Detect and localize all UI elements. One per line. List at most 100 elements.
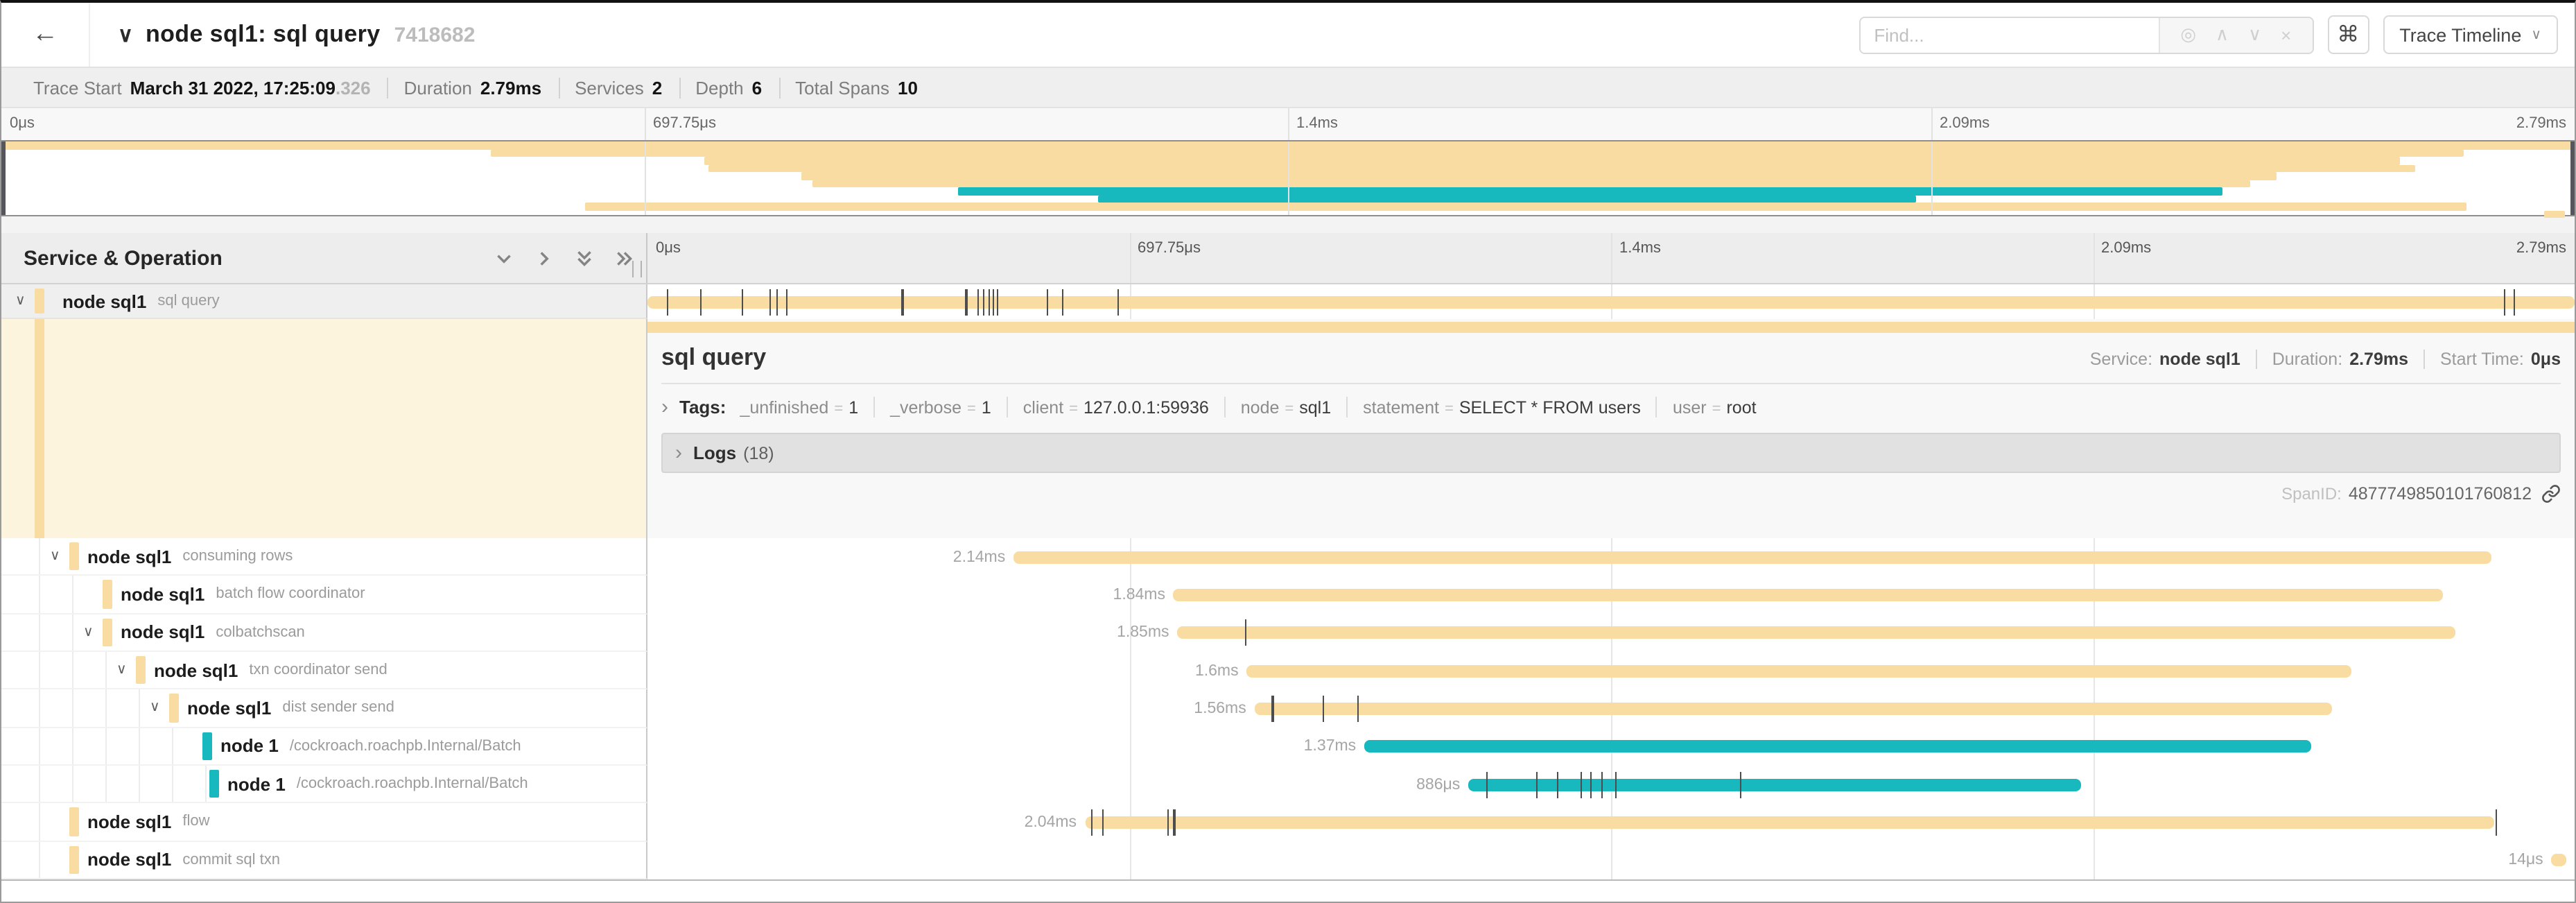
- stat-value: 2: [652, 77, 662, 98]
- divider-gap: [1, 216, 2575, 233]
- chevron-down-icon[interactable]: ∨: [116, 662, 127, 678]
- span-row[interactable]: ∨node sql1txn coordinator send1.6ms: [1, 652, 2575, 690]
- span-tree-cell[interactable]: ∨node sql1consuming rows: [1, 538, 647, 576]
- span-row[interactable]: node sql1flow 2.04ms: [1, 804, 2575, 842]
- span-bar[interactable]: [1247, 664, 2351, 677]
- span-duration-label: 2.14ms: [953, 549, 1005, 565]
- span-bar-cell: 14μs: [647, 841, 2575, 879]
- operation-name: txn coordinator send: [249, 662, 387, 678]
- span-row[interactable]: ∨node sql1colbatchscan1.85ms: [1, 614, 2575, 652]
- view-selector-button[interactable]: Trace Timeline ∨: [2383, 15, 2558, 54]
- chevron-down-icon[interactable]: ∨: [83, 625, 94, 640]
- detail-meta: Service:node sql1 Duration:2.79ms Start …: [2075, 350, 2561, 369]
- chevron-down-icon[interactable]: ∨: [150, 700, 160, 716]
- log-marker: [667, 289, 668, 315]
- tags-section[interactable]: › Tags: _unfinished=1_verbose=1client=12…: [661, 384, 2561, 430]
- divider: [1224, 397, 1226, 418]
- tag-value: sql1: [1299, 397, 1331, 417]
- log-marker: [1740, 771, 1741, 798]
- operation-name: dist sender send: [282, 700, 394, 716]
- log-marker: [699, 289, 701, 315]
- tag-item: client=127.0.0.1:59936: [1023, 397, 1209, 417]
- span-tree-cell[interactable]: ∨node sql1colbatchscan: [1, 614, 647, 652]
- service-name: node sql1: [187, 698, 271, 719]
- log-marker: [2503, 289, 2505, 315]
- span-bar[interactable]: [1085, 816, 2494, 829]
- span-row[interactable]: node sql1commit sql txn14μs: [1, 841, 2575, 879]
- chevron-down-icon[interactable]: ∨: [15, 293, 26, 309]
- span-detail-panel: sql query Service:node sql1 Duration:2.7…: [647, 319, 2575, 538]
- column-resize-grip[interactable]: [632, 261, 642, 277]
- span-row[interactable]: ∨node sql1consuming rows2.14ms: [1, 538, 2575, 576]
- log-marker: [786, 289, 787, 315]
- span-tree-cell[interactable]: node 1/cockroach.roachpb.Internal/Batch: [1, 766, 647, 804]
- axis-tick-label: 2.79ms: [2516, 240, 2566, 257]
- span-color-chip: [103, 580, 112, 609]
- span-duration-label: 2.04ms: [1025, 814, 1077, 831]
- span-row[interactable]: node sql1batch flow coordinator1.84ms: [1, 576, 2575, 614]
- span-tree-cell[interactable]: ∨ node sql1 dist sender send: [1, 690, 647, 728]
- timeline-gridline: [1288, 141, 1289, 215]
- expand-one-icon[interactable]: [534, 248, 555, 268]
- span-bar[interactable]: [647, 295, 2575, 308]
- viewport-scrubber-left[interactable]: [1, 141, 6, 215]
- find-input[interactable]: [1860, 17, 2158, 52]
- span-tree-cell[interactable]: node sql1flow: [1, 804, 647, 842]
- span-tree-cell[interactable]: ∨node sql1txn coordinator send: [1, 652, 647, 690]
- logs-count: (18): [743, 443, 774, 463]
- span-duration-label: 1.56ms: [1194, 700, 1246, 717]
- span-bar[interactable]: [2552, 854, 2567, 867]
- log-marker: [996, 289, 998, 315]
- span-tree-cell[interactable]: node sql1batch flow coordinator: [1, 576, 647, 614]
- span-bar[interactable]: [1178, 627, 2455, 639]
- service-name: node sql1: [87, 546, 171, 567]
- collapse-trace-icon[interactable]: ∨: [118, 22, 133, 47]
- stat-value: 6: [752, 77, 762, 98]
- collapse-all-icon[interactable]: [574, 248, 595, 268]
- keyboard-shortcuts-button[interactable]: ⌘: [2327, 15, 2369, 54]
- log-marker: [1245, 620, 1246, 646]
- match-highlight-icon[interactable]: ◎: [2170, 24, 2206, 46]
- find-prev-icon[interactable]: ∧: [2206, 24, 2238, 46]
- operation-name: flow: [182, 814, 209, 830]
- span-tree-cell[interactable]: node sql1commit sql txn: [1, 841, 647, 879]
- stat-duration: Duration 2.79ms: [389, 77, 559, 98]
- span-bar[interactable]: [1013, 551, 2491, 563]
- timeline-gridline: [1129, 728, 1131, 766]
- span-color-chip: [202, 732, 212, 760]
- stat-value: 10: [898, 77, 918, 98]
- span-bar[interactable]: [1174, 589, 2444, 601]
- back-button[interactable]: ←: [1, 3, 90, 67]
- span-row[interactable]: ∨ node sql1 dist sender send 1.56ms: [1, 690, 2575, 728]
- find-next-icon[interactable]: ∨: [2238, 24, 2271, 46]
- span-bar[interactable]: [1468, 778, 2081, 791]
- link-icon[interactable]: [2541, 484, 2561, 504]
- meta-value: 0μs: [2531, 350, 2561, 369]
- timeline-column-header: Service & Operation 0μs697.75μs1.4ms2.09…: [1, 233, 2575, 284]
- span-color-chip: [69, 542, 79, 571]
- detail-left-accent-cell: [1, 319, 647, 538]
- find-clear-icon[interactable]: ×: [2271, 24, 2301, 45]
- tag-key: _unfinished: [740, 397, 828, 417]
- span-row[interactable]: node 1/cockroach.roachpb.Internal/Batch1…: [1, 728, 2575, 766]
- logs-section[interactable]: › Logs (18): [661, 433, 2561, 473]
- chevron-down-icon: ∨: [2531, 27, 2541, 42]
- span-color-chip: [209, 770, 219, 798]
- service-name: node 1: [227, 773, 286, 794]
- viewport-scrubber-right[interactable]: [2570, 141, 2575, 215]
- minimap-span-bar: [1097, 195, 1915, 203]
- span-row[interactable]: node 1/cockroach.roachpb.Internal/Batch8…: [1, 766, 2575, 804]
- log-marker: [1102, 809, 1104, 836]
- span-bar-cell: 2.14ms: [647, 538, 2575, 576]
- span-color-chip: [136, 656, 146, 685]
- span-bar[interactable]: [1364, 741, 2310, 753]
- stat-value: March 31 2022, 17:25:09: [130, 77, 336, 98]
- service-name: node sql1: [62, 291, 146, 311]
- span-tree-cell[interactable]: ∨ node sql1 sql query: [1, 284, 647, 319]
- minimap-canvas[interactable]: [1, 140, 2575, 216]
- chevron-down-icon[interactable]: ∨: [50, 549, 60, 564]
- span-tree-cell[interactable]: node 1/cockroach.roachpb.Internal/Batch: [1, 728, 647, 766]
- collapse-one-icon[interactable]: [494, 248, 514, 268]
- span-bar[interactable]: [1255, 703, 2332, 715]
- span-row-sql-query[interactable]: ∨ node sql1 sql query: [1, 284, 2575, 319]
